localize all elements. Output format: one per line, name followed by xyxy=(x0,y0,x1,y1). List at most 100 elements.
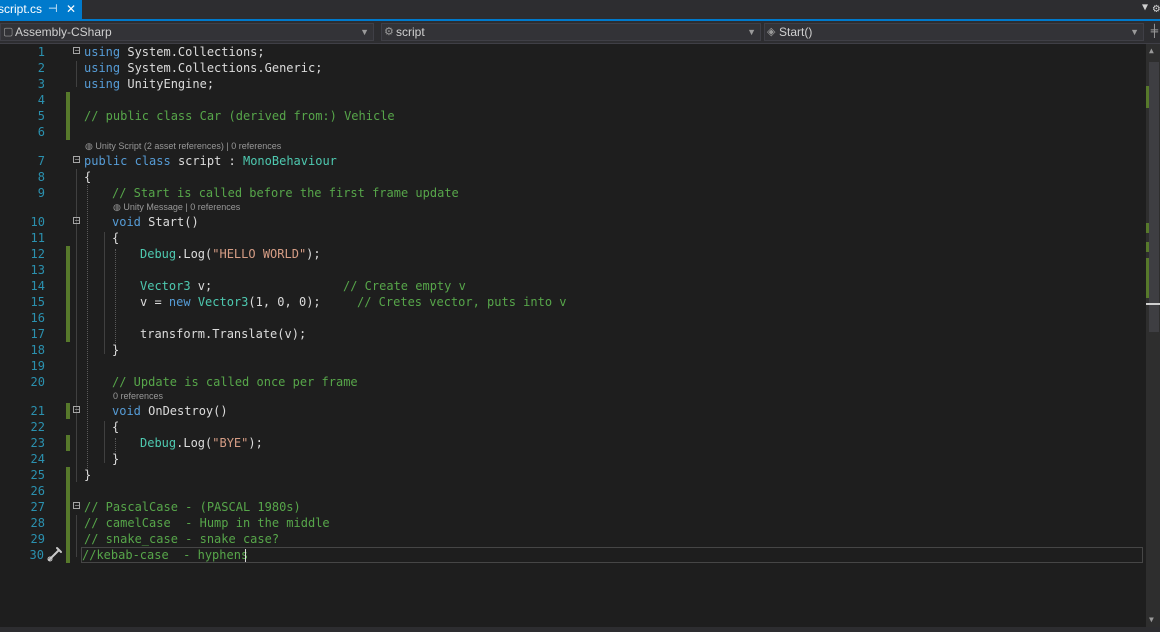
change-marker xyxy=(1146,242,1149,252)
line-number: 10 xyxy=(30,215,45,229)
code-line-18: 18 } xyxy=(0,342,1145,358)
code-line-11: 11 { xyxy=(0,230,1145,246)
chevron-down-icon: ▼ xyxy=(360,27,369,37)
code-text: } xyxy=(112,452,120,466)
change-marker xyxy=(66,108,70,124)
code-comment: // snake_case - snake case? xyxy=(84,532,280,546)
code-line-7: 7 − public class script : MonoBehaviour xyxy=(0,153,1145,169)
code-line-3: 3 using UnityEngine; xyxy=(0,76,1145,92)
code-text: { xyxy=(112,420,120,434)
change-marker xyxy=(66,278,70,294)
split-window-icon[interactable]: ╪ xyxy=(1151,24,1158,38)
codelens-class[interactable]: ◍ Unity Script (2 asset references) | 0 … xyxy=(85,141,281,152)
code-line-26: 26 xyxy=(0,483,1145,499)
line-number: 17 xyxy=(30,327,45,341)
collapse-icon[interactable]: − xyxy=(73,406,81,414)
code-text: } xyxy=(112,343,120,357)
line-number: 18 xyxy=(30,343,45,357)
line-number: 12 xyxy=(30,247,45,261)
vertical-scrollbar[interactable]: ▲ ▼ xyxy=(1146,44,1160,627)
code-line-9: 9 // Start is called before the first fr… xyxy=(0,185,1145,201)
change-marker xyxy=(66,483,70,499)
line-number: 8 xyxy=(37,170,45,184)
caret-position-marker xyxy=(1146,303,1160,305)
code-text: transform.Translate(v); xyxy=(140,327,307,341)
line-number: 28 xyxy=(30,516,45,530)
tab-label: script.cs xyxy=(0,2,43,16)
code-comment: // Create empty v xyxy=(343,279,466,293)
code-line-2: 2 using System.Collections.Generic; xyxy=(0,60,1145,76)
code-line-28: 28 // camelCase - Hump in the middle xyxy=(0,515,1145,531)
scroll-up-icon[interactable]: ▲ xyxy=(1149,46,1154,55)
line-number: 25 xyxy=(30,468,45,482)
codelens-start[interactable]: ◍ Unity Message | 0 references xyxy=(113,202,240,213)
code-text: void OnDestroy() xyxy=(112,404,228,418)
code-line-4: 4 xyxy=(0,92,1145,108)
code-text: using System.Collections; xyxy=(84,45,265,59)
close-icon[interactable]: ✕ xyxy=(66,0,76,19)
collapse-icon[interactable]: − xyxy=(73,217,81,225)
line-number: 27 xyxy=(30,500,45,514)
code-line-21: 21 − void OnDestroy() xyxy=(0,403,1145,419)
horizontal-scrollbar[interactable] xyxy=(0,627,1160,632)
change-marker xyxy=(66,326,70,342)
method-icon: ◈ xyxy=(767,26,776,38)
change-marker xyxy=(66,310,70,326)
code-line-20: 20 // Update is called once per frame xyxy=(0,374,1145,390)
project-dropdown[interactable]: ▢ Assembly-CSharp ▼ xyxy=(0,23,374,41)
code-line-25: 25 } xyxy=(0,467,1145,483)
collapse-icon[interactable]: − xyxy=(73,502,81,510)
line-number: 7 xyxy=(37,154,45,168)
code-line-5: 5 // public class Car (derived from:) Ve… xyxy=(0,108,1145,124)
line-number: 9 xyxy=(37,186,45,200)
line-number: 16 xyxy=(30,311,45,325)
change-marker xyxy=(66,246,70,262)
collapse-icon[interactable]: − xyxy=(73,156,81,164)
collapse-icon[interactable]: − xyxy=(73,47,81,55)
change-marker xyxy=(66,467,70,483)
code-text: Debug.Log("HELLO WORLD"); xyxy=(140,247,321,261)
unity-icon: ◍ xyxy=(113,202,124,212)
code-text: v = new Vector3(1, 0, 0); xyxy=(140,295,321,309)
type-dropdown[interactable]: ⚙ script ▼ xyxy=(381,23,761,41)
project-label: Assembly-CSharp xyxy=(15,25,112,39)
line-number: 19 xyxy=(30,359,45,373)
quick-actions-screwdriver-icon[interactable] xyxy=(46,546,64,562)
code-text: Vector3 v; xyxy=(140,279,213,293)
code-text: Debug.Log("BYE"); xyxy=(140,436,263,450)
line-number: 30 xyxy=(29,548,44,562)
line-number: 14 xyxy=(30,279,45,293)
scroll-down-icon[interactable]: ▼ xyxy=(1149,615,1154,624)
navigation-bar: ▢ Assembly-CSharp ▼ ⚙ script ▼ ◈ Start()… xyxy=(0,21,1160,44)
chevron-down-icon[interactable]: ▼ xyxy=(1142,2,1148,13)
line-number: 23 xyxy=(30,436,45,450)
tab-script-cs[interactable]: script.cs ⊣ ✕ xyxy=(0,0,82,19)
code-comment: // Start is called before the first fram… xyxy=(112,186,459,200)
line-number: 13 xyxy=(30,263,45,277)
text-caret xyxy=(245,549,246,562)
code-line-16: 16 xyxy=(0,310,1145,326)
code-line-19: 19 xyxy=(0,358,1145,374)
chevron-down-icon: ▼ xyxy=(1130,27,1139,37)
code-comment: // camelCase - Hump in the middle xyxy=(84,516,330,530)
line-number: 4 xyxy=(37,93,45,107)
line-number: 20 xyxy=(30,375,45,389)
code-comment: // public class Car (derived from:) Vehi… xyxy=(84,109,395,123)
code-editor[interactable]: 1 − using System.Collections; 2 using Sy… xyxy=(0,44,1145,627)
scrollbar-thumb[interactable] xyxy=(1149,62,1159,332)
type-label: script xyxy=(396,25,425,39)
pin-icon[interactable]: ⊣ xyxy=(48,0,58,19)
line-number: 22 xyxy=(30,420,45,434)
line-number: 26 xyxy=(30,484,45,498)
code-text: { xyxy=(84,170,92,184)
code-line-17: 17 transform.Translate(v); xyxy=(0,326,1145,342)
gear-icon[interactable]: ⚙ xyxy=(1153,1,1160,15)
line-number: 11 xyxy=(30,231,45,245)
member-dropdown[interactable]: ◈ Start() ▼ xyxy=(764,23,1144,41)
line-number: 15 xyxy=(30,295,45,309)
line-number: 24 xyxy=(30,452,45,466)
codelens-ondestroy[interactable]: 0 references xyxy=(113,391,163,402)
code-line-27: 27 − // PascalCase - (PASCAL 1980s) xyxy=(0,499,1145,515)
code-line-30: 30 //kebab-case - hyphens xyxy=(0,547,1145,563)
change-marker xyxy=(66,403,70,419)
